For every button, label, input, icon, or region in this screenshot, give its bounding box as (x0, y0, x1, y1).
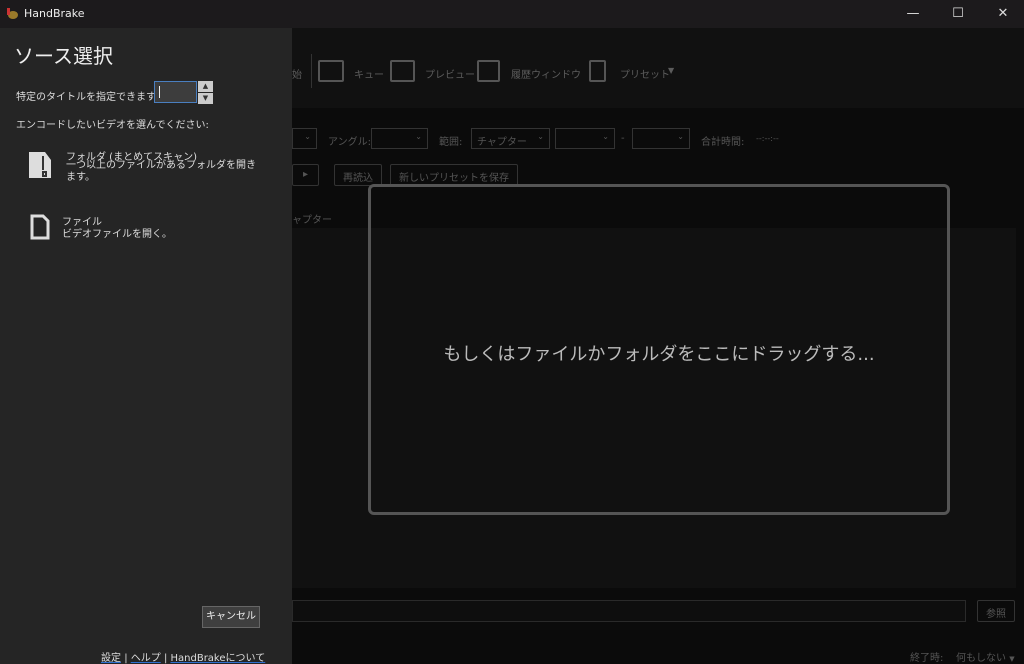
save-new-preset-button[interactable]: 新しいプリセットを保存 (390, 164, 518, 186)
title-number-input[interactable] (154, 81, 197, 103)
toolbar-divider (311, 54, 312, 88)
spin-up-button[interactable]: ▲ (198, 81, 213, 92)
presets-button[interactable]: プリセット (620, 66, 670, 81)
about-link[interactable]: HandBrakeについて (171, 653, 266, 664)
chevron-down-icon: ⌄ (304, 132, 311, 141)
footer-links: 設定 | ヘルプ | HandBrakeについて (101, 649, 265, 664)
app-title: HandBrake (24, 7, 85, 20)
chevron-down-icon: ⌄ (677, 132, 684, 141)
open-folder-option[interactable]: フォルダ (まとめてスキャン) 一つ以上のファイルがあるフォルダを開きます。 (20, 140, 260, 190)
angle-dropdown[interactable]: ⌄ (371, 128, 428, 149)
text-caret (159, 86, 160, 98)
chevron-down-icon: ▼ (1009, 655, 1015, 663)
title-spec-label: 特定のタイトルを指定できます: (16, 92, 160, 103)
minimize-button[interactable]: — (890, 0, 936, 28)
tab-chapters[interactable]: ャプター (292, 211, 332, 226)
range-type-dropdown[interactable]: チャプター ⌄ (471, 128, 550, 149)
range-end-dropdown[interactable]: ⌄ (632, 128, 690, 149)
duration-label: 合計時間: (701, 137, 745, 148)
panel-title: ソース選択 (14, 44, 113, 68)
when-done-dropdown[interactable]: 何もしない ▼ (956, 649, 1015, 664)
cancel-button[interactable]: キャンセル (202, 606, 260, 628)
queue-icon[interactable] (318, 60, 344, 82)
file-option-description: ビデオファイルを開く。 (62, 229, 172, 240)
chevron-down-icon: ⌄ (537, 132, 544, 141)
duration-value: --:--:-- (756, 134, 779, 143)
open-file-option[interactable]: ファイル ビデオファイルを開く。 (20, 208, 260, 244)
range-start-dropdown[interactable]: ⌄ (555, 128, 615, 149)
activity-log-icon[interactable] (477, 60, 500, 82)
reload-button[interactable]: 再読込 (334, 164, 382, 186)
chevron-down-icon: ⌄ (415, 132, 422, 141)
when-done-label: 終了時: (910, 653, 944, 664)
folder-zip-icon (29, 152, 51, 178)
maximize-button[interactable]: ☐ (935, 0, 981, 28)
spin-down-button[interactable]: ▼ (198, 93, 213, 104)
presets-chevron-down-icon[interactable]: ▼ (668, 66, 674, 75)
settings-link[interactable]: 設定 (101, 653, 121, 664)
title-dropdown[interactable]: ⌄ (292, 128, 317, 149)
folder-option-description: 一つ以上のファイルがあるフォルダを開きます。 (66, 160, 256, 183)
link-separator: | (124, 653, 128, 664)
file-icon (30, 214, 50, 240)
range-dash: - (621, 133, 625, 144)
chevron-down-icon: ⌄ (602, 132, 609, 141)
activity-window-button[interactable]: 履歴ウィンドウ (511, 66, 581, 81)
handbrake-logo-icon (7, 8, 18, 19)
preset-arrow-button[interactable]: ▸ (292, 164, 319, 186)
preview-icon[interactable] (390, 60, 415, 82)
range-label: 範囲: (439, 137, 463, 148)
preview-button[interactable]: プレビュー (425, 66, 475, 81)
title-bar (0, 0, 1024, 28)
browse-button[interactable]: 参照 (977, 600, 1015, 622)
presets-icon[interactable] (589, 60, 606, 82)
start-encode-label[interactable]: 始 (292, 66, 302, 81)
choose-video-prompt: エンコードしたいビデオを選んでください: (16, 120, 209, 131)
angle-label: アングル: (328, 137, 371, 148)
range-type-value: チャプター (477, 137, 527, 148)
drop-zone-text: もしくはファイルかフォルダをここにドラッグする... (443, 344, 875, 365)
when-done-value: 何もしない (956, 653, 1006, 664)
queue-button[interactable]: キュー (354, 66, 384, 81)
close-button[interactable]: ✕ (980, 0, 1024, 28)
destination-path-input[interactable] (292, 600, 966, 622)
link-separator: | (163, 653, 168, 664)
help-link[interactable]: ヘルプ (131, 653, 161, 664)
